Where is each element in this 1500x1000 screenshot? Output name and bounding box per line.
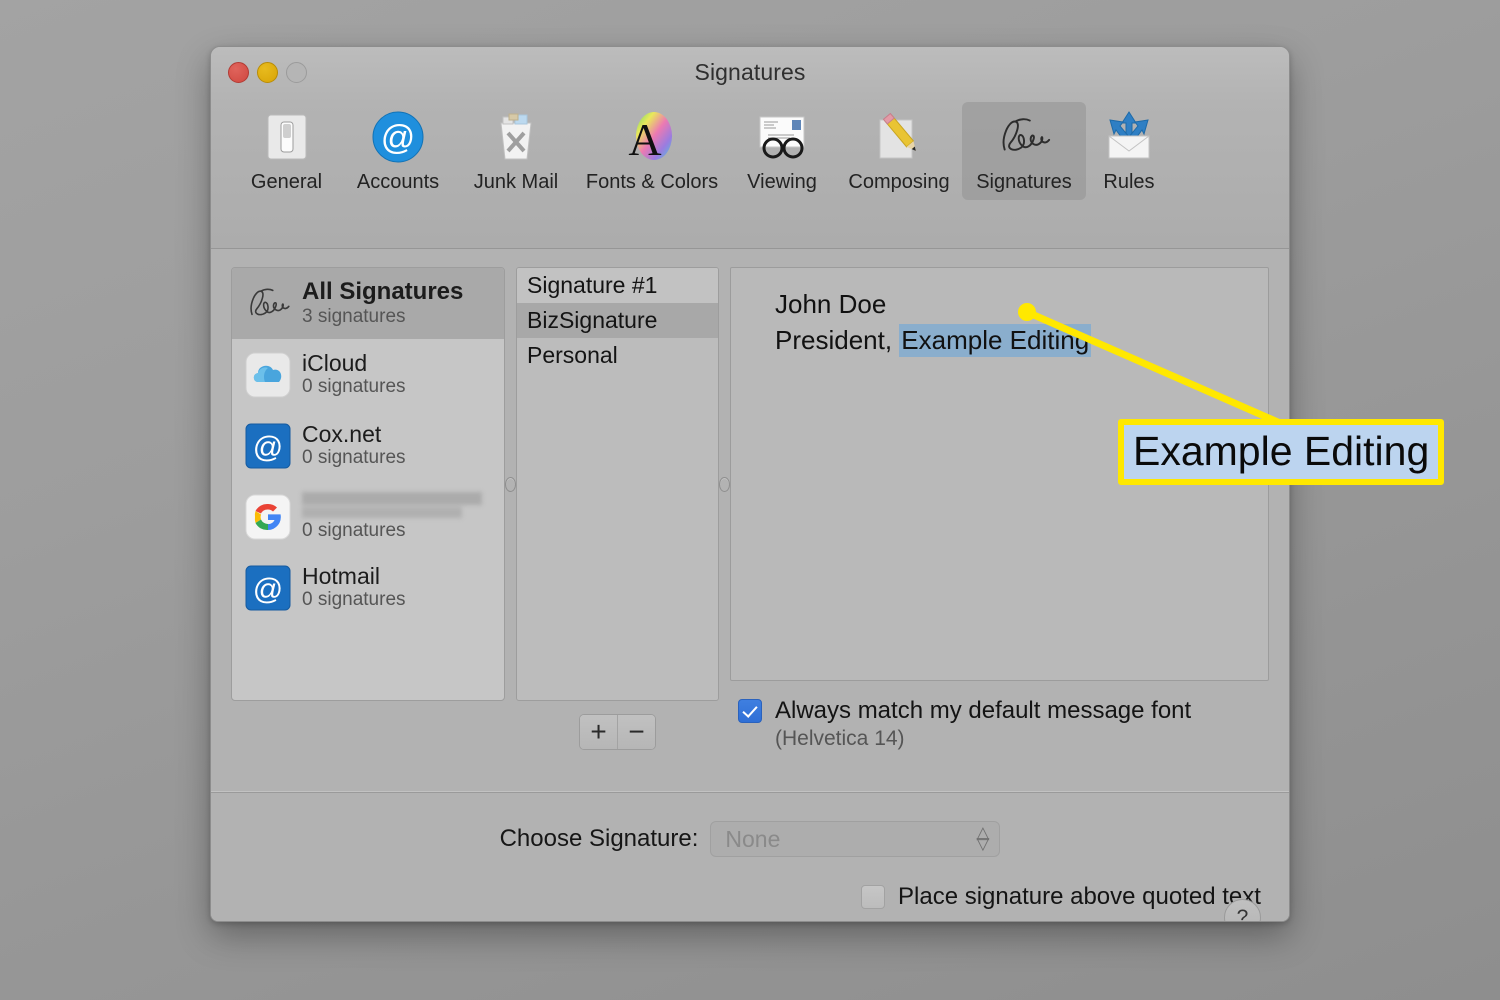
account-signature-count: 0 signatures [302, 447, 406, 469]
signature-list-column: Signature #1 BizSignature Personal + − [516, 267, 719, 791]
at-sign-icon: @ [369, 108, 427, 166]
choose-signature-row: Choose Signature: None △ ▽ [211, 821, 1289, 857]
at-sign-icon: @ [244, 422, 292, 470]
account-text: Hotmail 0 signatures [302, 563, 406, 612]
match-default-font-checkbox-row[interactable]: Always match my default message font [738, 697, 1269, 725]
toolbar-item-viewing[interactable]: Viewing [728, 102, 836, 200]
svg-text:@: @ [253, 431, 283, 464]
account-row-icloud[interactable]: iCloud 0 signatures [232, 339, 504, 410]
signature-list[interactable]: Signature #1 BizSignature Personal [516, 267, 719, 701]
envelope-arrows-icon [1100, 108, 1158, 166]
place-signature-label: Place signature above quoted text [898, 883, 1261, 910]
svg-text:A: A [628, 114, 661, 164]
account-text: 0 signatures [302, 490, 487, 543]
signature-list-item[interactable]: BizSignature [517, 303, 718, 339]
match-default-font-checkbox[interactable] [738, 699, 762, 723]
account-text: All Signatures 3 signatures [302, 278, 463, 328]
choose-signature-dropdown[interactable]: None △ ▽ [710, 821, 1001, 857]
toolbar-item-junk-mail[interactable]: Junk Mail [456, 102, 576, 200]
account-signature-count: 0 signatures [302, 520, 406, 542]
choose-signature-label: Choose Signature: [499, 825, 699, 852]
letter-a-color-wheel-icon: A [623, 108, 681, 166]
signatures-footer: Choose Signature: None △ ▽ Place signatur… [211, 793, 1289, 921]
account-row-google[interactable]: 0 signatures [232, 481, 504, 552]
eyeglasses-mail-icon [753, 108, 811, 166]
toolbar-item-signatures[interactable]: Signatures [962, 102, 1086, 200]
add-remove-signature-buttons: + − [579, 714, 656, 750]
account-name: iCloud [302, 349, 368, 376]
choose-signature-value: None [725, 825, 781, 852]
splitter-left[interactable] [505, 267, 516, 701]
toolbar-label: General [250, 171, 323, 193]
place-signature-row[interactable]: Place signature above quoted text [861, 883, 1261, 911]
add-signature-button[interactable]: + [580, 715, 617, 749]
toolbar-item-composing[interactable]: Composing [836, 102, 962, 200]
svg-text:@: @ [381, 119, 416, 157]
selected-signature-text: Example Editing [899, 324, 1092, 358]
account-name-redacted [302, 490, 487, 521]
signature-list-item[interactable]: Signature #1 [517, 268, 718, 304]
toolbar-label: Accounts [356, 171, 440, 193]
callout-label: Example Editing [1118, 419, 1445, 486]
signature-line-2: President, Example Editing [775, 322, 1268, 358]
account-row-cox-net[interactable]: @ Cox.net 0 signatures [232, 410, 504, 481]
splitter-grip-icon[interactable] [719, 476, 730, 492]
toolbar-item-rules[interactable]: Rules [1086, 102, 1172, 200]
signature-line-1: John Doe [775, 289, 887, 319]
chevron-updown-icon: △ ▽ [976, 823, 990, 853]
signature-line-2-prefix: President, [775, 325, 900, 356]
signature-scribble-icon [995, 108, 1053, 166]
toolbar-label: Signatures [976, 171, 1072, 193]
toolbar-label: Fonts & Colors [585, 171, 719, 193]
pencil-paper-icon [870, 108, 928, 166]
account-name: Cox.net [302, 420, 382, 447]
account-text: iCloud 0 signatures [302, 350, 406, 399]
account-row-hotmail[interactable]: @ Hotmail 0 signatures [232, 552, 504, 623]
toolbar-item-fonts-colors[interactable]: A Fonts & Colors [576, 102, 728, 200]
match-default-font-label: Always match my default message font [775, 697, 1192, 724]
signature-scribble-icon [244, 280, 292, 328]
window-title: Signatures [694, 59, 806, 85]
remove-signature-button[interactable]: − [617, 715, 655, 749]
toolbar-label: Viewing [747, 171, 817, 193]
account-name: Hotmail [302, 562, 380, 589]
toolbar-item-accounts[interactable]: @ Accounts [340, 102, 456, 200]
place-signature-checkbox[interactable] [861, 885, 885, 909]
account-signature-count: 0 signatures [302, 376, 406, 398]
desktop-background: Signatures General @ Accounts Junk Mail … [0, 0, 1500, 1000]
splitter-grip-icon[interactable] [505, 476, 516, 492]
account-signature-count: 0 signatures [302, 589, 406, 611]
signature-editor-column: John Doe President, Example Editing Alwa… [730, 267, 1269, 791]
account-text: Cox.net 0 signatures [302, 421, 406, 470]
accounts-list[interactable]: All Signatures 3 signatures iCloud 0 sig… [231, 267, 505, 701]
signatures-pane: All Signatures 3 signatures iCloud 0 sig… [211, 249, 1289, 791]
default-font-option: Always match my default message font (He… [730, 697, 1269, 751]
account-signature-count: 3 signatures [302, 305, 406, 327]
account-row-all-signatures[interactable]: All Signatures 3 signatures [232, 268, 504, 339]
trash-can-icon [487, 108, 545, 166]
toolbar-label: Composing [848, 171, 950, 193]
toolbar-label: Junk Mail [473, 171, 559, 193]
svg-text:@: @ [253, 573, 283, 606]
default-font-name: (Helvetica 14) [775, 727, 905, 750]
preferences-toolbar: General @ Accounts Junk Mail A Fonts & C… [211, 102, 1289, 249]
google-g-icon [244, 493, 292, 541]
toolbar-item-general[interactable]: General [233, 102, 340, 200]
toolbar-label: Rules [1103, 171, 1155, 193]
splitter-right[interactable] [719, 267, 730, 701]
window-titlebar: Signatures [211, 47, 1289, 102]
account-name: All Signatures [302, 278, 464, 306]
general-switch-icon [258, 108, 316, 166]
at-sign-icon: @ [244, 564, 292, 612]
icloud-cloud-icon [244, 351, 292, 399]
signature-list-item[interactable]: Personal [517, 338, 718, 373]
